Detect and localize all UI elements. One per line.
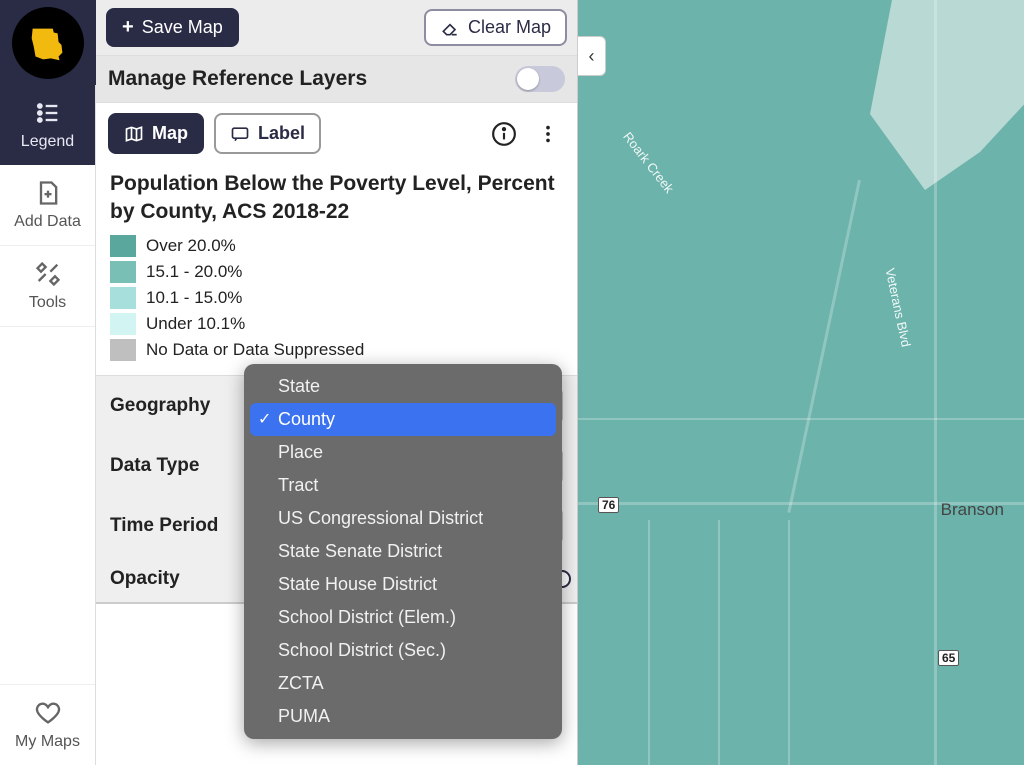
tab-map[interactable]: Map bbox=[108, 113, 204, 154]
reference-layers-title: Manage Reference Layers bbox=[108, 67, 367, 91]
legend-item: Over 20.0% bbox=[110, 235, 563, 257]
geography-option[interactable]: County bbox=[250, 403, 556, 436]
geography-label: Geography bbox=[110, 395, 240, 417]
legend-swatch bbox=[110, 313, 136, 335]
map-road bbox=[787, 180, 861, 513]
reference-layers-toggle[interactable] bbox=[515, 66, 565, 92]
nav-legend[interactable]: Legend bbox=[0, 85, 95, 165]
map-water-shape bbox=[804, 0, 1024, 190]
nav-my-maps-label: My Maps bbox=[15, 733, 80, 751]
legend-title: Population Below the Poverty Level, Perc… bbox=[110, 170, 563, 227]
missouri-logo-icon bbox=[12, 7, 84, 79]
label-icon bbox=[230, 124, 250, 144]
map-road bbox=[648, 520, 650, 765]
timeperiod-label: Time Period bbox=[110, 515, 240, 537]
map-road bbox=[788, 520, 790, 765]
more-vertical-icon bbox=[537, 123, 559, 145]
road-label-veterans: Veterans Blvd bbox=[882, 267, 913, 349]
route-shield-76: 76 bbox=[598, 497, 619, 513]
clear-map-label: Clear Map bbox=[468, 17, 551, 38]
add-file-icon bbox=[34, 179, 62, 207]
legend-item-label: Under 10.1% bbox=[146, 314, 245, 334]
legend-item: 10.1 - 15.0% bbox=[110, 287, 563, 309]
map-road bbox=[578, 418, 1024, 420]
opacity-label: Opacity bbox=[110, 568, 240, 590]
geography-option[interactable]: Place bbox=[250, 436, 556, 469]
geography-option[interactable]: US Congressional District bbox=[250, 502, 556, 535]
info-button[interactable] bbox=[487, 117, 521, 151]
plus-icon: + bbox=[122, 16, 134, 39]
nav-add-data-label: Add Data bbox=[14, 213, 81, 231]
eraser-icon bbox=[440, 18, 460, 38]
nav-legend-label: Legend bbox=[21, 133, 74, 151]
geography-option[interactable]: State House District bbox=[250, 568, 556, 601]
nav-my-maps[interactable]: My Maps bbox=[0, 684, 95, 765]
city-label-branson: Branson bbox=[941, 500, 1004, 520]
geography-option[interactable]: State Senate District bbox=[250, 535, 556, 568]
legend-item: Under 10.1% bbox=[110, 313, 563, 335]
clear-map-button[interactable]: Clear Map bbox=[424, 9, 567, 46]
legend-item-label: No Data or Data Suppressed bbox=[146, 340, 364, 360]
legend-swatch bbox=[110, 261, 136, 283]
legend-swatch bbox=[110, 287, 136, 309]
panel-toolbar: + Save Map Clear Map bbox=[96, 0, 577, 55]
legend-swatch bbox=[110, 235, 136, 257]
map-canvas[interactable]: ‹ Roark Creek Veterans Blvd 76 65 Branso… bbox=[578, 0, 1024, 765]
more-button[interactable] bbox=[531, 117, 565, 151]
geography-option[interactable]: State bbox=[250, 370, 556, 403]
left-nav: Legend Add Data Tools My Maps bbox=[0, 0, 96, 765]
tab-label-label: Label bbox=[258, 123, 305, 144]
geography-option[interactable]: School District (Sec.) bbox=[250, 634, 556, 667]
route-shield-65: 65 bbox=[938, 650, 959, 666]
geography-option[interactable]: Tract bbox=[250, 469, 556, 502]
map-fold-icon bbox=[124, 124, 144, 144]
save-map-label: Save Map bbox=[142, 17, 223, 38]
geography-option[interactable]: ZCTA bbox=[250, 667, 556, 700]
panel-collapse-button[interactable]: ‹ bbox=[578, 36, 606, 76]
geography-dropdown[interactable]: StateCountyPlaceTractUS Congressional Di… bbox=[244, 364, 562, 739]
nav-tools-label: Tools bbox=[29, 294, 66, 312]
legend-items: Over 20.0% 15.1 - 20.0% 10.1 - 15.0% Under … bbox=[110, 235, 563, 361]
save-map-button[interactable]: + Save Map bbox=[106, 8, 239, 47]
legend-item-label: 15.1 - 20.0% bbox=[146, 262, 242, 282]
chevron-left-icon: ‹ bbox=[589, 46, 595, 67]
legend-item-label: Over 20.0% bbox=[146, 236, 236, 256]
nav-tools[interactable]: Tools bbox=[0, 246, 95, 327]
geography-option[interactable]: PUMA bbox=[250, 700, 556, 733]
toggle-knob bbox=[517, 68, 539, 90]
tools-icon bbox=[34, 260, 62, 288]
legend-block: Population Below the Poverty Level, Perc… bbox=[96, 164, 577, 375]
info-icon bbox=[491, 121, 517, 147]
tab-map-label: Map bbox=[152, 123, 188, 144]
legend-item: 15.1 - 20.0% bbox=[110, 261, 563, 283]
map-road bbox=[934, 0, 937, 765]
legend-item: No Data or Data Suppressed bbox=[110, 339, 563, 361]
view-tabs-row: Map Label bbox=[96, 103, 577, 164]
app-logo bbox=[0, 0, 96, 85]
map-road bbox=[718, 520, 720, 765]
datatype-label: Data Type bbox=[110, 455, 240, 477]
geography-option[interactable]: School District (Elem.) bbox=[250, 601, 556, 634]
road-label-roark: Roark Creek bbox=[620, 129, 677, 196]
reference-layers-row: Manage Reference Layers bbox=[96, 55, 577, 103]
tab-label[interactable]: Label bbox=[214, 113, 321, 154]
legend-list-icon bbox=[34, 99, 62, 127]
nav-add-data[interactable]: Add Data bbox=[0, 165, 95, 246]
legend-item-label: 10.1 - 15.0% bbox=[146, 288, 242, 308]
heart-icon bbox=[34, 699, 62, 727]
legend-swatch bbox=[110, 339, 136, 361]
